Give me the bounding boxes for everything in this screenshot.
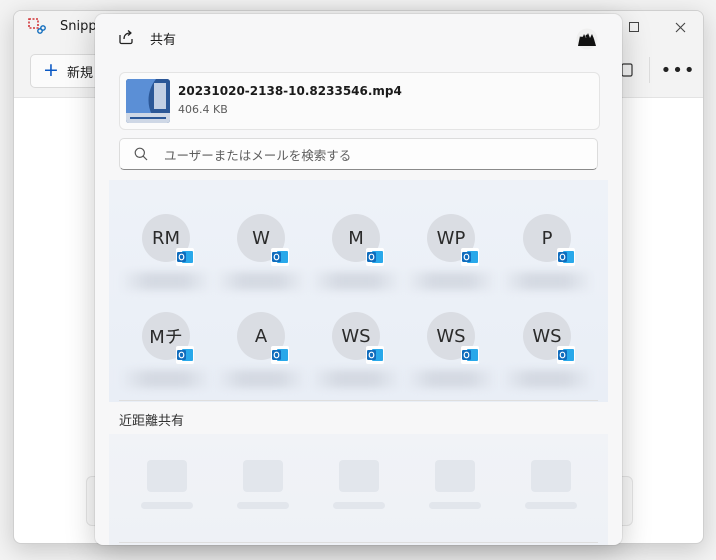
share-header: 共有	[95, 14, 622, 62]
contact-name-blurred	[405, 370, 497, 388]
contact-search-box	[119, 138, 598, 170]
contact-name-blurred	[215, 370, 307, 388]
outlook-badge-icon	[366, 346, 384, 364]
panel-bottom-divider	[119, 542, 598, 543]
outlook-badge-icon	[461, 346, 479, 364]
file-name: 20231020-2138-10.8233546.mp4	[178, 84, 402, 98]
new-snip-label: 新規	[67, 66, 94, 81]
nearby-label-placeholder	[525, 502, 577, 509]
close-button[interactable]	[666, 15, 694, 39]
contact-name-blurred	[215, 272, 307, 290]
close-icon	[675, 22, 685, 32]
contact-item[interactable]: WP	[403, 192, 499, 290]
contact-name-blurred	[310, 272, 402, 290]
nearby-placeholder	[407, 434, 503, 509]
contact-item[interactable]: A	[213, 290, 309, 388]
nearby-device-placeholder-icon	[531, 460, 571, 492]
contact-name-blurred	[120, 272, 212, 290]
contact-item[interactable]: WS	[308, 290, 404, 388]
nearby-device-placeholder-icon	[435, 460, 475, 492]
contact-item[interactable]: WS	[403, 290, 499, 388]
contact-item[interactable]: W	[213, 192, 309, 290]
snipping-tool-logo-icon	[28, 18, 46, 34]
outlook-badge-icon	[366, 248, 384, 266]
outlook-badge-icon	[271, 346, 289, 364]
contact-name-blurred	[501, 272, 593, 290]
search-icon	[134, 147, 148, 161]
video-thumbnail-image	[126, 79, 170, 123]
contact-item[interactable]: WS	[499, 290, 595, 388]
share-arrow-icon	[119, 30, 133, 45]
nearby-label-placeholder	[429, 502, 481, 509]
contacts-grid: RM W M WP P Mチ A WS WS WS	[109, 180, 608, 402]
contact-item[interactable]: RM	[118, 192, 214, 290]
shared-file-card: 20231020-2138-10.8233546.mp4 406.4 KB	[119, 72, 600, 130]
file-size: 406.4 KB	[178, 103, 228, 116]
nearby-placeholder	[311, 434, 407, 509]
nearby-placeholder	[503, 434, 599, 509]
outlook-badge-icon	[176, 346, 194, 364]
share-title: 共有	[150, 33, 177, 48]
contact-item[interactable]: P	[499, 192, 595, 290]
nearby-share-list	[109, 434, 608, 545]
nearby-label-placeholder	[333, 502, 385, 509]
share-flyout: 共有 20231020-2138-10.8233546.mp4 406.4 KB	[95, 14, 622, 545]
file-thumbnail	[126, 79, 170, 123]
nearby-placeholder	[215, 434, 311, 509]
outlook-badge-icon	[557, 248, 575, 266]
plus-icon: +	[43, 59, 59, 81]
contact-name-blurred	[405, 272, 497, 290]
outlook-badge-icon	[461, 248, 479, 266]
nearby-label-placeholder	[237, 502, 289, 509]
maximize-icon	[629, 22, 639, 32]
nearby-label-placeholder	[141, 502, 193, 509]
nearby-device-placeholder-icon	[339, 460, 379, 492]
section-divider	[119, 400, 598, 401]
contact-name-blurred	[501, 370, 593, 388]
nearby-share-heading: 近距離共有	[119, 414, 185, 429]
contact-name-blurred	[120, 370, 212, 388]
contact-name-blurred	[310, 370, 402, 388]
nearby-device-placeholder-icon	[147, 460, 187, 492]
contact-item[interactable]: Mチ	[118, 290, 214, 388]
more-icon: •••	[660, 59, 696, 81]
outlook-badge-icon	[271, 248, 289, 266]
contact-item[interactable]: M	[308, 192, 404, 290]
nearby-device-placeholder-icon	[243, 460, 283, 492]
contact-search-input[interactable]	[162, 144, 586, 166]
toolbar-divider	[649, 57, 650, 83]
account-avatar-icon[interactable]	[575, 28, 599, 50]
outlook-badge-icon	[557, 346, 575, 364]
nearby-placeholder	[119, 434, 215, 509]
outlook-badge-icon	[176, 248, 194, 266]
more-options-button[interactable]: •••	[661, 57, 695, 83]
maximize-button[interactable]	[620, 15, 648, 39]
